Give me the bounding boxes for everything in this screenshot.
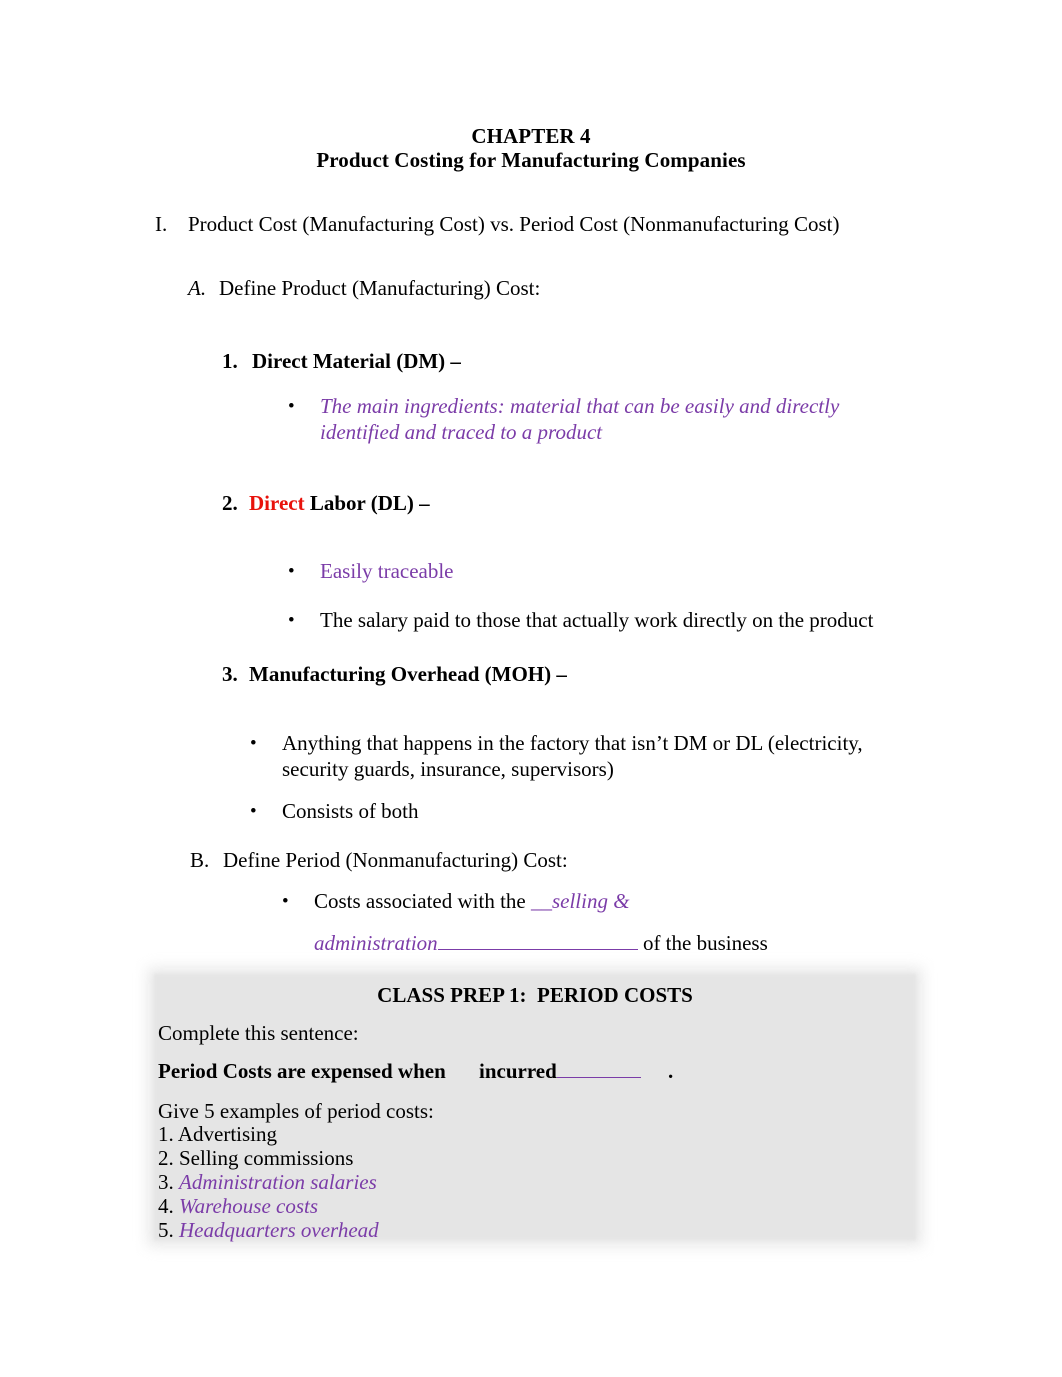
fill-in-trail-text: of the business bbox=[637, 931, 768, 955]
bullet-period-cost-fill-in: • Costs associated with the __selling & … bbox=[282, 888, 942, 956]
example-number: 2. bbox=[158, 1146, 174, 1170]
class-prep-title: CLASS PREP 1: PERIOD COSTS bbox=[377, 983, 693, 1007]
outline-marker-I: I. bbox=[155, 212, 168, 236]
bullet-text-consists-of-both: Consists of both bbox=[282, 799, 419, 823]
bullet-text-line-1: Anything that happens in the factory tha… bbox=[282, 731, 863, 755]
class-prep-instruction: Complete this sentence: bbox=[158, 1021, 359, 1045]
example-number: 1. bbox=[158, 1122, 174, 1146]
bullet-text-easily-traceable: Easily traceable bbox=[320, 559, 454, 583]
bullet-text-salary: The salary paid to those that actually w… bbox=[320, 608, 874, 632]
document-page: CHAPTER 4 Product Costing for Manufactur… bbox=[0, 0, 1062, 1377]
example-text: Selling commissions bbox=[179, 1146, 354, 1170]
outline-label-direct-labor: Direct Labor (DL) – bbox=[249, 490, 430, 516]
bullet-dot-icon: • bbox=[250, 801, 257, 822]
example-number: 3. bbox=[158, 1170, 174, 1194]
outline-item-roman-I: I. Product Cost (Manufacturing Cost) vs.… bbox=[155, 211, 840, 237]
outline-label-manufacturing-overhead: Manufacturing Overhead (MOH) – bbox=[249, 662, 567, 686]
outline-marker-2: 2. bbox=[222, 491, 238, 515]
bullet-dot-icon: • bbox=[282, 891, 289, 912]
fill-in-lead-text: Costs associated with the bbox=[314, 889, 531, 913]
example-number: 5. bbox=[158, 1218, 174, 1242]
class-prep-example-5: 5. Headquarters overhead bbox=[158, 1218, 379, 1243]
class-prep-sentence-blank[interactable] bbox=[556, 1058, 641, 1078]
outline-item-1-direct-material: 1. Direct Material (DM) – bbox=[222, 348, 461, 374]
outline-label-direct-material: Direct Material (DM) – bbox=[252, 349, 461, 373]
outline-item-alpha-A: A. Define Product (Manufacturing) Cost: bbox=[188, 275, 540, 301]
fill-in-answer-line-2: administration bbox=[314, 931, 438, 955]
class-prep-examples-prompt: Give 5 examples of period costs: bbox=[158, 1099, 434, 1123]
class-prep-sentence-answer: incurred bbox=[479, 1059, 557, 1083]
class-prep-box: CLASS PREP 1: PERIOD COSTS Complete this… bbox=[154, 974, 916, 1243]
bullet-dot-icon: • bbox=[288, 610, 295, 631]
bullet-text-line-2: security guards, insurance, supervisors) bbox=[282, 757, 614, 781]
bullet-dot-icon: • bbox=[288, 396, 295, 417]
class-prep-sentence-prompt: Period Costs are expensed when bbox=[158, 1059, 446, 1083]
outline-item-3-manufacturing-overhead: 3. Manufacturing Overhead (MOH) – bbox=[222, 661, 567, 687]
outline-marker-1: 1. bbox=[222, 349, 238, 373]
bullet-moh-consists: • Consists of both bbox=[250, 798, 750, 824]
bullet-direct-labor-salary: • The salary paid to those that actually… bbox=[288, 607, 928, 633]
example-text: Administration salaries bbox=[179, 1170, 377, 1194]
outline-label-labor-rest: Labor (DL) – bbox=[304, 491, 430, 515]
bullet-direct-labor-annotation: • Easily traceable bbox=[288, 558, 888, 584]
bullet-direct-material-annotation: • The main ingredients: material that ca… bbox=[288, 393, 888, 445]
outline-marker-3: 3. bbox=[222, 662, 238, 686]
document-subtitle: Product Costing for Manufacturing Compan… bbox=[316, 148, 746, 172]
fill-in-answer-line-1: __selling & bbox=[530, 889, 630, 913]
fill-in-blank-underline[interactable] bbox=[437, 930, 638, 950]
bullet-moh-anything: • Anything that happens in the factory t… bbox=[250, 730, 875, 782]
outline-item-alpha-B: B. Define Period (Nonmanufacturing) Cost… bbox=[190, 847, 568, 873]
class-prep-example-3: 3. Administration salaries bbox=[158, 1170, 377, 1195]
example-text: Headquarters overhead bbox=[179, 1218, 379, 1242]
document-title: CHAPTER 4 bbox=[471, 124, 591, 148]
bullet-text-line-1: The main ingredients: material that can … bbox=[320, 394, 840, 418]
outline-marker-B: B. bbox=[190, 848, 210, 872]
outline-text-I: Product Cost (Manufacturing Cost) vs. Pe… bbox=[188, 212, 840, 236]
outline-text-A: Define Product (Manufacturing) Cost: bbox=[219, 276, 541, 300]
outline-label-direct-emphasis: Direct bbox=[249, 491, 305, 515]
outline-item-2-direct-labor: 2. Direct Labor (DL) – bbox=[222, 490, 430, 516]
bullet-text-line-2: administration of the business bbox=[314, 930, 942, 956]
bullet-dot-icon: • bbox=[288, 561, 295, 582]
class-prep-example-4: 4. Warehouse costs bbox=[158, 1194, 318, 1219]
bullet-dot-icon: • bbox=[250, 733, 257, 754]
example-text: Advertising bbox=[177, 1122, 277, 1146]
class-prep-example-2: 2. Selling commissions bbox=[158, 1146, 353, 1171]
class-prep-sentence-period: . bbox=[668, 1059, 674, 1083]
outline-marker-A: A. bbox=[188, 276, 207, 300]
bullet-text-line-2: identified and traced to a product bbox=[320, 420, 603, 444]
example-text: Warehouse costs bbox=[179, 1194, 319, 1218]
outline-text-B: Define Period (Nonmanufacturing) Cost: bbox=[223, 848, 568, 872]
bullet-text-line-1: Costs associated with the __selling & bbox=[314, 888, 942, 914]
class-prep-sentence: Period Costs are expensed when incurred … bbox=[158, 1058, 673, 1084]
example-number: 4. bbox=[158, 1194, 174, 1218]
class-prep-example-1: 1. Advertising bbox=[158, 1122, 277, 1147]
